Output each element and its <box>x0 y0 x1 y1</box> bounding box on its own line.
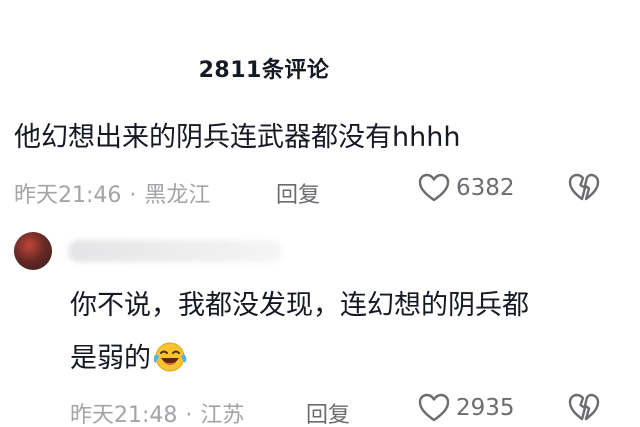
like-button[interactable]: 2935 <box>418 393 515 423</box>
meta-separator: · <box>185 403 193 427</box>
comment-time: 昨天21:46 <box>14 183 122 208</box>
like-count: 6382 <box>456 175 515 201</box>
reply-button[interactable]: 回复 <box>276 177 320 209</box>
broken-heart-icon <box>568 393 600 421</box>
like-button[interactable]: 6382 <box>418 173 515 203</box>
comment-location: 江苏 <box>200 403 245 427</box>
heart-icon <box>418 173 450 202</box>
reply-button[interactable]: 回复 <box>306 397 350 427</box>
comment-count-title: 2811条评论 <box>198 58 330 83</box>
dislike-button[interactable] <box>568 393 600 427</box>
comment-text-line2-content: 是弱的 <box>70 343 151 374</box>
avatar[interactable] <box>14 232 52 270</box>
like-count: 2935 <box>456 395 515 421</box>
comment-text: 他幻想出来的阴兵连武器都没有hhhh <box>14 122 461 153</box>
comment-location: 黑龙江 <box>144 183 211 208</box>
meta-separator: · <box>129 183 137 208</box>
comment-text-line2: 是弱的 <box>70 337 187 387</box>
username-blurred[interactable] <box>68 240 282 262</box>
comment-text-line1: 你不说，我都没发现，连幻想的阴兵都 <box>70 290 529 321</box>
comment-meta: 昨天21:48 · 江苏 <box>70 397 244 427</box>
laughing-crying-emoji-icon <box>153 341 187 387</box>
broken-heart-icon <box>568 173 600 201</box>
comment-time: 昨天21:48 <box>70 403 178 427</box>
comment-meta: 昨天21:46 · 黑龙江 <box>14 177 210 209</box>
dislike-button[interactable] <box>568 173 600 207</box>
heart-icon <box>418 393 450 422</box>
